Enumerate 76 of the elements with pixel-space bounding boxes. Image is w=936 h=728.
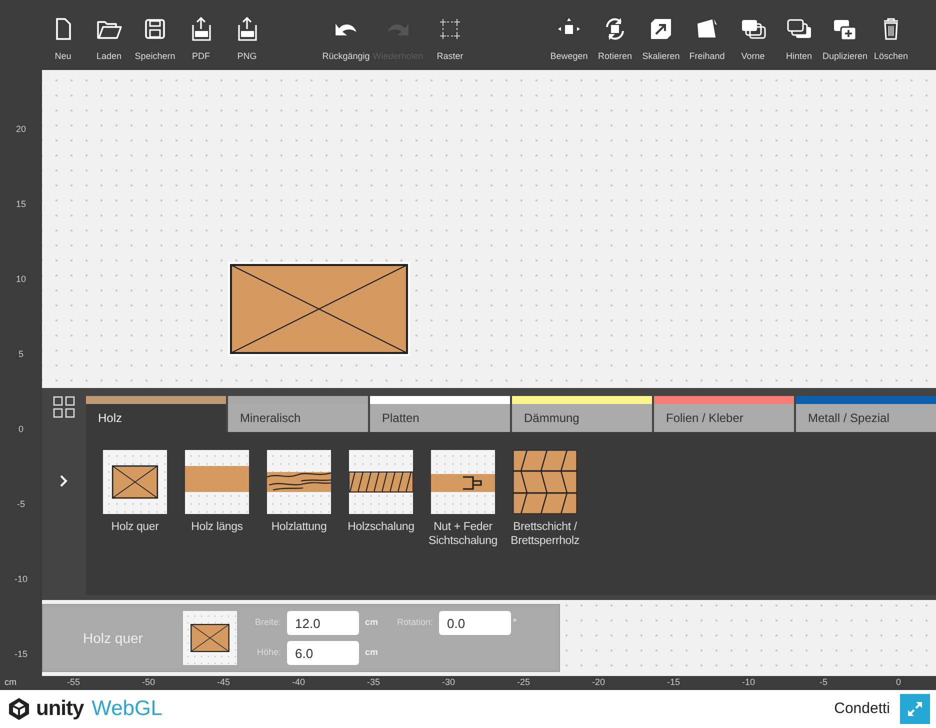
- material-item[interactable]: Holz längs: [176, 450, 258, 534]
- material-swatch-icon: [267, 450, 331, 514]
- ruler-label: 10: [14, 272, 27, 286]
- chevron-right-icon[interactable]: [59, 474, 69, 488]
- ruler-label: -25: [516, 676, 531, 689]
- material-swatch-icon: [431, 450, 495, 514]
- new-button[interactable]: Neu: [40, 16, 86, 64]
- ruler-unit: cm: [4, 676, 18, 690]
- ruler-label: 0: [17, 422, 24, 436]
- move-button[interactable]: Bewegen: [546, 16, 592, 64]
- input-field[interactable]: 0.0: [439, 611, 512, 635]
- open-button[interactable]: Laden: [86, 16, 132, 64]
- ruler-label: -35: [366, 676, 381, 689]
- fullscreen-button[interactable]: [900, 694, 930, 724]
- back-button[interactable]: Hinten: [776, 16, 822, 64]
- category-tab[interactable]: Folien / Kleber: [654, 396, 794, 432]
- expand-icon: [907, 701, 923, 717]
- material-swatch-icon: [185, 450, 249, 514]
- category-tab[interactable]: Platten: [370, 396, 510, 432]
- ruler-label: -20: [590, 676, 606, 689]
- category-tab[interactable]: Holz: [86, 396, 226, 432]
- unit-label: °: [513, 616, 518, 630]
- category-tab[interactable]: Metall / Spezial: [796, 396, 936, 432]
- ruler-label: 0: [894, 676, 902, 689]
- front-button[interactable]: Vorne: [730, 16, 776, 64]
- redo-icon: [387, 22, 409, 36]
- ruler-label: -15: [666, 676, 681, 689]
- material-item[interactable]: Holzschalung: [340, 450, 422, 534]
- material-item[interactable]: Holzlattung: [258, 450, 340, 534]
- ruler-label: -55: [66, 676, 81, 689]
- ruler-label: -30: [440, 676, 456, 689]
- undo-button[interactable]: Rückgängig: [320, 16, 372, 64]
- pdf-button[interactable]: PDF: [178, 16, 224, 64]
- grid-icon: [437, 16, 463, 42]
- duplicate-button[interactable]: Duplizieren: [822, 16, 868, 64]
- grid-button[interactable]: Raster: [424, 16, 476, 64]
- material-swatch-icon: [349, 450, 413, 514]
- undo-icon: [335, 22, 357, 36]
- material-swatch-icon: [103, 450, 167, 514]
- input-field[interactable]: 6.0: [287, 641, 360, 665]
- ruler-label: 15: [14, 198, 27, 211]
- ruler-label: -10: [13, 572, 28, 586]
- save-icon: [142, 16, 168, 42]
- brand-name: Condetti: [834, 698, 890, 719]
- grid-view-icon[interactable]: [53, 396, 75, 418]
- wood-cross-section[interactable]: [228, 262, 410, 356]
- material-item[interactable]: Holz quer: [94, 450, 176, 534]
- input-field[interactable]: 12.0: [287, 611, 360, 635]
- scale-button[interactable]: Skalieren: [638, 16, 684, 64]
- drawing-canvas[interactable]: [42, 70, 936, 676]
- material-swatch-icon: [183, 611, 237, 665]
- ruler-label: -5: [818, 676, 828, 689]
- product-name: WebGL: [92, 696, 162, 722]
- unit-label: cm: [365, 616, 380, 630]
- ruler-label: -40: [290, 676, 306, 689]
- cube-logo-icon: [6, 696, 32, 722]
- material-item[interactable]: Brettschicht / Brettsperrholz: [504, 450, 586, 549]
- rotate-button[interactable]: Rotieren: [592, 16, 638, 64]
- delete-button[interactable]: Löschen: [868, 16, 914, 64]
- ruler-label: -15: [13, 648, 28, 661]
- category-tab[interactable]: Dämmung: [512, 396, 652, 432]
- ruler-label: -45: [216, 676, 231, 689]
- material-item[interactable]: Nut + Feder Sichtschalung: [422, 450, 504, 549]
- save-button[interactable]: Speichern: [132, 16, 178, 64]
- png-button[interactable]: PNG: [224, 16, 270, 64]
- ruler-label: -10: [740, 676, 756, 689]
- ruler-label: 5: [17, 348, 24, 361]
- unit-label: cm: [365, 646, 380, 660]
- scale-icon: [648, 16, 674, 42]
- freehand-button[interactable]: Freihand: [684, 16, 730, 64]
- ruler-label: 20: [14, 122, 27, 136]
- logo-text: unity: [36, 696, 84, 722]
- selected-material-name: Holz quer: [82, 628, 144, 648]
- material-swatch-icon: [513, 450, 577, 514]
- ruler-label: -50: [140, 676, 156, 689]
- ruler-label: -5: [16, 498, 26, 511]
